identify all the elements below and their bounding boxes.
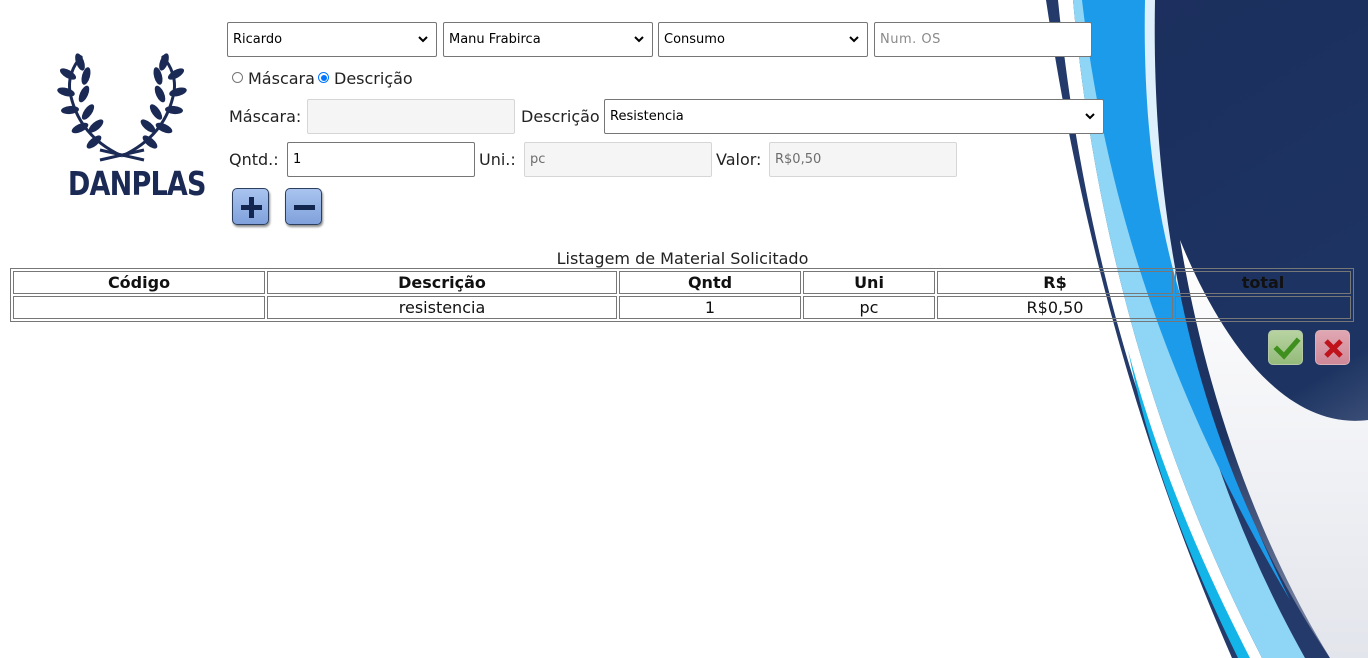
radio-descricao[interactable]	[318, 72, 329, 83]
column-header-total: total	[1175, 271, 1351, 294]
os-number-input[interactable]: Num. OS	[874, 22, 1092, 57]
unit-input[interactable]: pc	[524, 142, 712, 177]
cell-codigo	[13, 296, 265, 319]
column-header-rs: R$	[937, 271, 1173, 294]
column-header-codigo: Código	[13, 271, 265, 294]
column-header-descricao: Descrição	[267, 271, 617, 294]
cell-uni: pc	[803, 296, 935, 319]
cell-rs: R$0,50	[937, 296, 1173, 319]
chevron-down-icon	[418, 36, 428, 43]
column-header-uni: Uni	[803, 271, 935, 294]
type-select[interactable]: Consumo	[658, 22, 868, 57]
price-label: Valor:	[716, 150, 762, 169]
cell-total	[1175, 296, 1351, 319]
os-number-placeholder: Num. OS	[880, 32, 941, 47]
unit-input-value: pc	[530, 152, 546, 167]
chevron-down-icon	[849, 36, 859, 43]
company-logo: DANPLAS	[56, 52, 207, 207]
x-icon	[1324, 339, 1343, 358]
logo-wordmark: DANPLAS	[67, 164, 207, 203]
sector-select-value: Manu Frabirca	[449, 32, 541, 47]
cell-qntd: 1	[619, 296, 801, 319]
mask-input[interactable]	[307, 99, 515, 134]
minus-icon	[294, 205, 315, 210]
chevron-down-icon	[1085, 113, 1095, 120]
check-icon	[1273, 337, 1301, 360]
table-header-row: Código Descrição Qntd Uni R$ total	[13, 271, 1351, 294]
cell-descricao: resistencia	[267, 296, 617, 319]
requester-select-value: Ricardo	[233, 32, 283, 47]
requester-select[interactable]: Ricardo	[227, 22, 437, 57]
price-input-value: R$0,50	[775, 152, 822, 167]
radio-mascara-label[interactable]: Máscara	[248, 69, 315, 88]
laurel-wreath-icon	[57, 53, 187, 162]
description-select[interactable]: Resistencia	[604, 99, 1104, 134]
type-select-value: Consumo	[664, 32, 725, 47]
table-row[interactable]: resistencia 1 pc R$0,50	[13, 296, 1351, 319]
column-header-qntd: Qntd	[619, 271, 801, 294]
radio-descricao-label[interactable]: Descrição	[334, 69, 413, 88]
price-input[interactable]: R$0,50	[769, 142, 957, 177]
radio-mascara[interactable]	[232, 72, 243, 83]
remove-item-button[interactable]	[285, 188, 322, 225]
chevron-down-icon	[634, 36, 644, 43]
description-label: Descrição	[521, 107, 600, 126]
material-table: Código Descrição Qntd Uni R$ total resis…	[10, 268, 1354, 322]
table-caption: Listagem de Material Solicitado	[556, 249, 809, 268]
mask-label: Máscara:	[229, 107, 302, 126]
unit-label: Uni.:	[479, 150, 516, 169]
cancel-button[interactable]	[1315, 330, 1350, 365]
qty-input-value: 1	[293, 152, 302, 167]
description-select-value: Resistencia	[610, 109, 684, 124]
plus-icon	[241, 197, 262, 218]
sector-select[interactable]: Manu Frabirca	[443, 22, 653, 57]
qty-input[interactable]: 1	[287, 142, 475, 177]
add-item-button[interactable]	[232, 188, 269, 225]
qty-label: Qntd.:	[229, 150, 279, 169]
confirm-button[interactable]	[1268, 330, 1303, 365]
